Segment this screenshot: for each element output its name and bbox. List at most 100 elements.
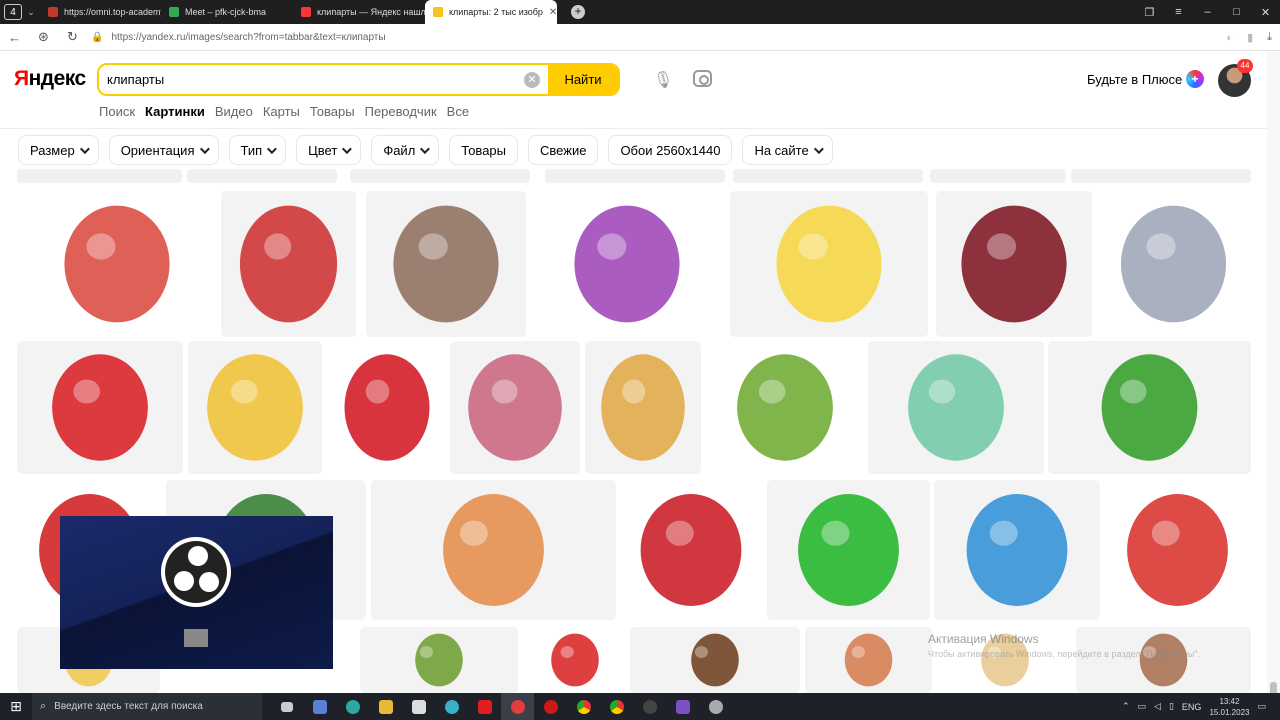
visual-studio-icon[interactable] <box>666 693 699 720</box>
service-video[interactable]: Видео <box>215 104 253 119</box>
image-thumbnail-cherry[interactable] <box>936 191 1092 337</box>
image-thumbnail-red-carnations[interactable] <box>328 341 446 474</box>
plus-icon[interactable] <box>1186 70 1204 88</box>
image-thumbnail-partial[interactable] <box>930 169 1066 183</box>
image-thumbnail-green-gift-box[interactable] <box>1048 341 1251 474</box>
image-thumbnail-woman-in-green-dress[interactable] <box>868 341 1044 474</box>
image-thumbnail-partial[interactable] <box>733 169 923 183</box>
clear-search-icon[interactable]: ✕ <box>524 72 540 88</box>
image-thumbnail-cartoon-characters-collage[interactable] <box>17 191 217 337</box>
minimize-button[interactable]: – <box>1193 6 1222 18</box>
yandex-icon[interactable] <box>468 693 501 720</box>
image-thumbnail-brown-shoe[interactable] <box>630 627 800 693</box>
chrome-icon[interactable] <box>600 693 633 720</box>
image-thumbnail-daisies[interactable] <box>188 341 322 474</box>
browser-tab[interactable]: клипарты — Яндекс нашл <box>293 0 425 24</box>
battery-icon[interactable]: ▯ <box>1169 701 1174 712</box>
plus-promo-link[interactable]: Будьте в Плюсе <box>1087 72 1182 87</box>
taskbar-search[interactable]: ⌕ Введите здесь текст для поиска <box>32 693 262 720</box>
service-all[interactable]: Все <box>447 104 469 119</box>
chrome-icon[interactable] <box>567 693 600 720</box>
protect-icon[interactable]: ⊛ <box>29 29 58 45</box>
service-images[interactable]: Картинки <box>145 104 205 119</box>
download-icon[interactable]: ⤓ <box>1267 31 1272 44</box>
close-window-button[interactable]: ✕ <box>1251 6 1280 19</box>
menu-icon[interactable]: ≡ <box>1164 6 1193 18</box>
yandex-browser-icon[interactable] <box>501 693 534 720</box>
filter-chip[interactable]: Размер <box>18 135 99 165</box>
bookmarks-icon[interactable]: ❐ <box>1135 6 1164 19</box>
filter-chip[interactable]: Обои 2560x1440 <box>608 135 733 165</box>
tab-actions-button[interactable]: 4 <box>4 4 22 20</box>
reader-icon[interactable]: ◐ <box>1226 32 1233 44</box>
image-thumbnail-partial[interactable] <box>187 169 337 183</box>
microphone-icon[interactable]: 🎙 <box>653 70 673 90</box>
file-explorer-icon[interactable] <box>369 693 402 720</box>
image-thumbnail-woman-in-purple-dress[interactable] <box>532 191 722 337</box>
volume-icon[interactable]: ◁ <box>1154 701 1161 712</box>
filter-chip[interactable]: Тип <box>228 135 287 165</box>
image-thumbnail-white-figure-with-question-mark[interactable] <box>621 480 761 620</box>
browser-tab-active[interactable]: клипарты: 2 тыс изобр ✕ <box>425 0 557 24</box>
image-thumbnail-green-check-mark[interactable] <box>767 480 930 620</box>
chevron-down-icon[interactable]: ⌄ <box>22 7 40 18</box>
browser-tab[interactable]: https://omni.top-academy <box>40 0 161 24</box>
image-thumbnail-partial[interactable] <box>350 169 530 183</box>
start-button[interactable]: ⊞ <box>0 698 32 715</box>
url-field[interactable]: https://yandex.ru/images/search?from=tab… <box>111 32 385 43</box>
calculator-icon[interactable] <box>303 693 336 720</box>
image-thumbnail-vegetable-basket[interactable] <box>360 627 518 693</box>
image-thumbnail-green-sprout-with-butterfly[interactable] <box>705 341 865 474</box>
maximize-button[interactable]: □ <box>1222 6 1251 18</box>
browser-tab[interactable]: Meet – pfk-cjck-bma <box>161 0 293 24</box>
reload-icon[interactable]: ↻ <box>58 29 87 45</box>
filter-chip[interactable]: Товары <box>449 135 519 165</box>
language-indicator[interactable]: ENG <box>1182 702 1202 712</box>
task-view-icon[interactable] <box>270 693 303 720</box>
network-icon[interactable]: ▭ <box>1138 701 1147 712</box>
image-thumbnail-cartoon-kids-boy-and-girl[interactable] <box>730 191 928 337</box>
image-thumbnail-woman-with-children[interactable] <box>371 480 616 620</box>
store-icon[interactable] <box>402 693 435 720</box>
image-thumbnail-heart-of-sweets[interactable] <box>450 341 580 474</box>
search-button[interactable]: Найти <box>548 65 618 94</box>
image-thumbnail-ladybug[interactable] <box>526 627 624 693</box>
image-thumbnail-girl-portrait[interactable] <box>1076 627 1251 693</box>
close-tab-icon[interactable]: ✕ <box>549 7 557 18</box>
notifications-icon[interactable]: ▭ <box>1257 701 1266 712</box>
edge-icon[interactable] <box>336 693 369 720</box>
page-scrollbar[interactable] <box>1267 52 1280 696</box>
image-thumbnail-children-playing[interactable] <box>934 480 1100 620</box>
service-search[interactable]: Поиск <box>99 104 135 119</box>
image-thumbnail-girl-with-suitcase[interactable] <box>585 341 701 474</box>
image-thumbnail-ice-skate-with-bow[interactable] <box>221 191 356 337</box>
app-icon[interactable] <box>435 693 468 720</box>
image-thumbnail-cartoon-child[interactable] <box>805 627 932 693</box>
search-input[interactable]: клипарты <box>107 72 164 87</box>
filter-chip[interactable]: Свежие <box>528 135 599 165</box>
image-thumbnail-cartoon-donkey[interactable] <box>1096 191 1251 337</box>
filter-chip[interactable]: Ориентация <box>108 135 219 165</box>
image-thumbnail-woman-with-flowers[interactable] <box>366 191 526 337</box>
back-icon[interactable]: ← <box>0 30 29 45</box>
image-thumbnail-red-handbag[interactable] <box>17 341 183 474</box>
filter-chip[interactable]: Файл <box>371 135 440 165</box>
service-translate[interactable]: Переводчик <box>365 104 437 119</box>
settings-icon[interactable] <box>699 693 732 720</box>
clock[interactable]: 13:42 15.01.2023 <box>1209 696 1249 718</box>
chevron-up-icon[interactable]: ⌃ <box>1122 701 1130 712</box>
opera-icon[interactable] <box>534 693 567 720</box>
filter-chip[interactable]: На сайте <box>742 135 833 165</box>
image-thumbnail-partial[interactable] <box>17 169 182 183</box>
new-tab-button[interactable]: + <box>571 5 585 19</box>
filter-chip[interactable]: Цвет <box>296 135 362 165</box>
image-thumbnail-mushroom-gnome[interactable] <box>1104 480 1251 620</box>
service-products[interactable]: Товары <box>310 104 355 119</box>
yandex-logo[interactable]: Яндекс <box>14 67 86 91</box>
image-thumbnail-partial[interactable] <box>545 169 725 183</box>
image-search-icon[interactable] <box>693 70 712 87</box>
image-thumbnail-partial[interactable] <box>1071 169 1251 183</box>
service-maps[interactable]: Карты <box>263 104 300 119</box>
bookmark-icon[interactable]: ▮ <box>1247 31 1253 44</box>
lock-icon[interactable]: 🔒 <box>91 32 103 43</box>
